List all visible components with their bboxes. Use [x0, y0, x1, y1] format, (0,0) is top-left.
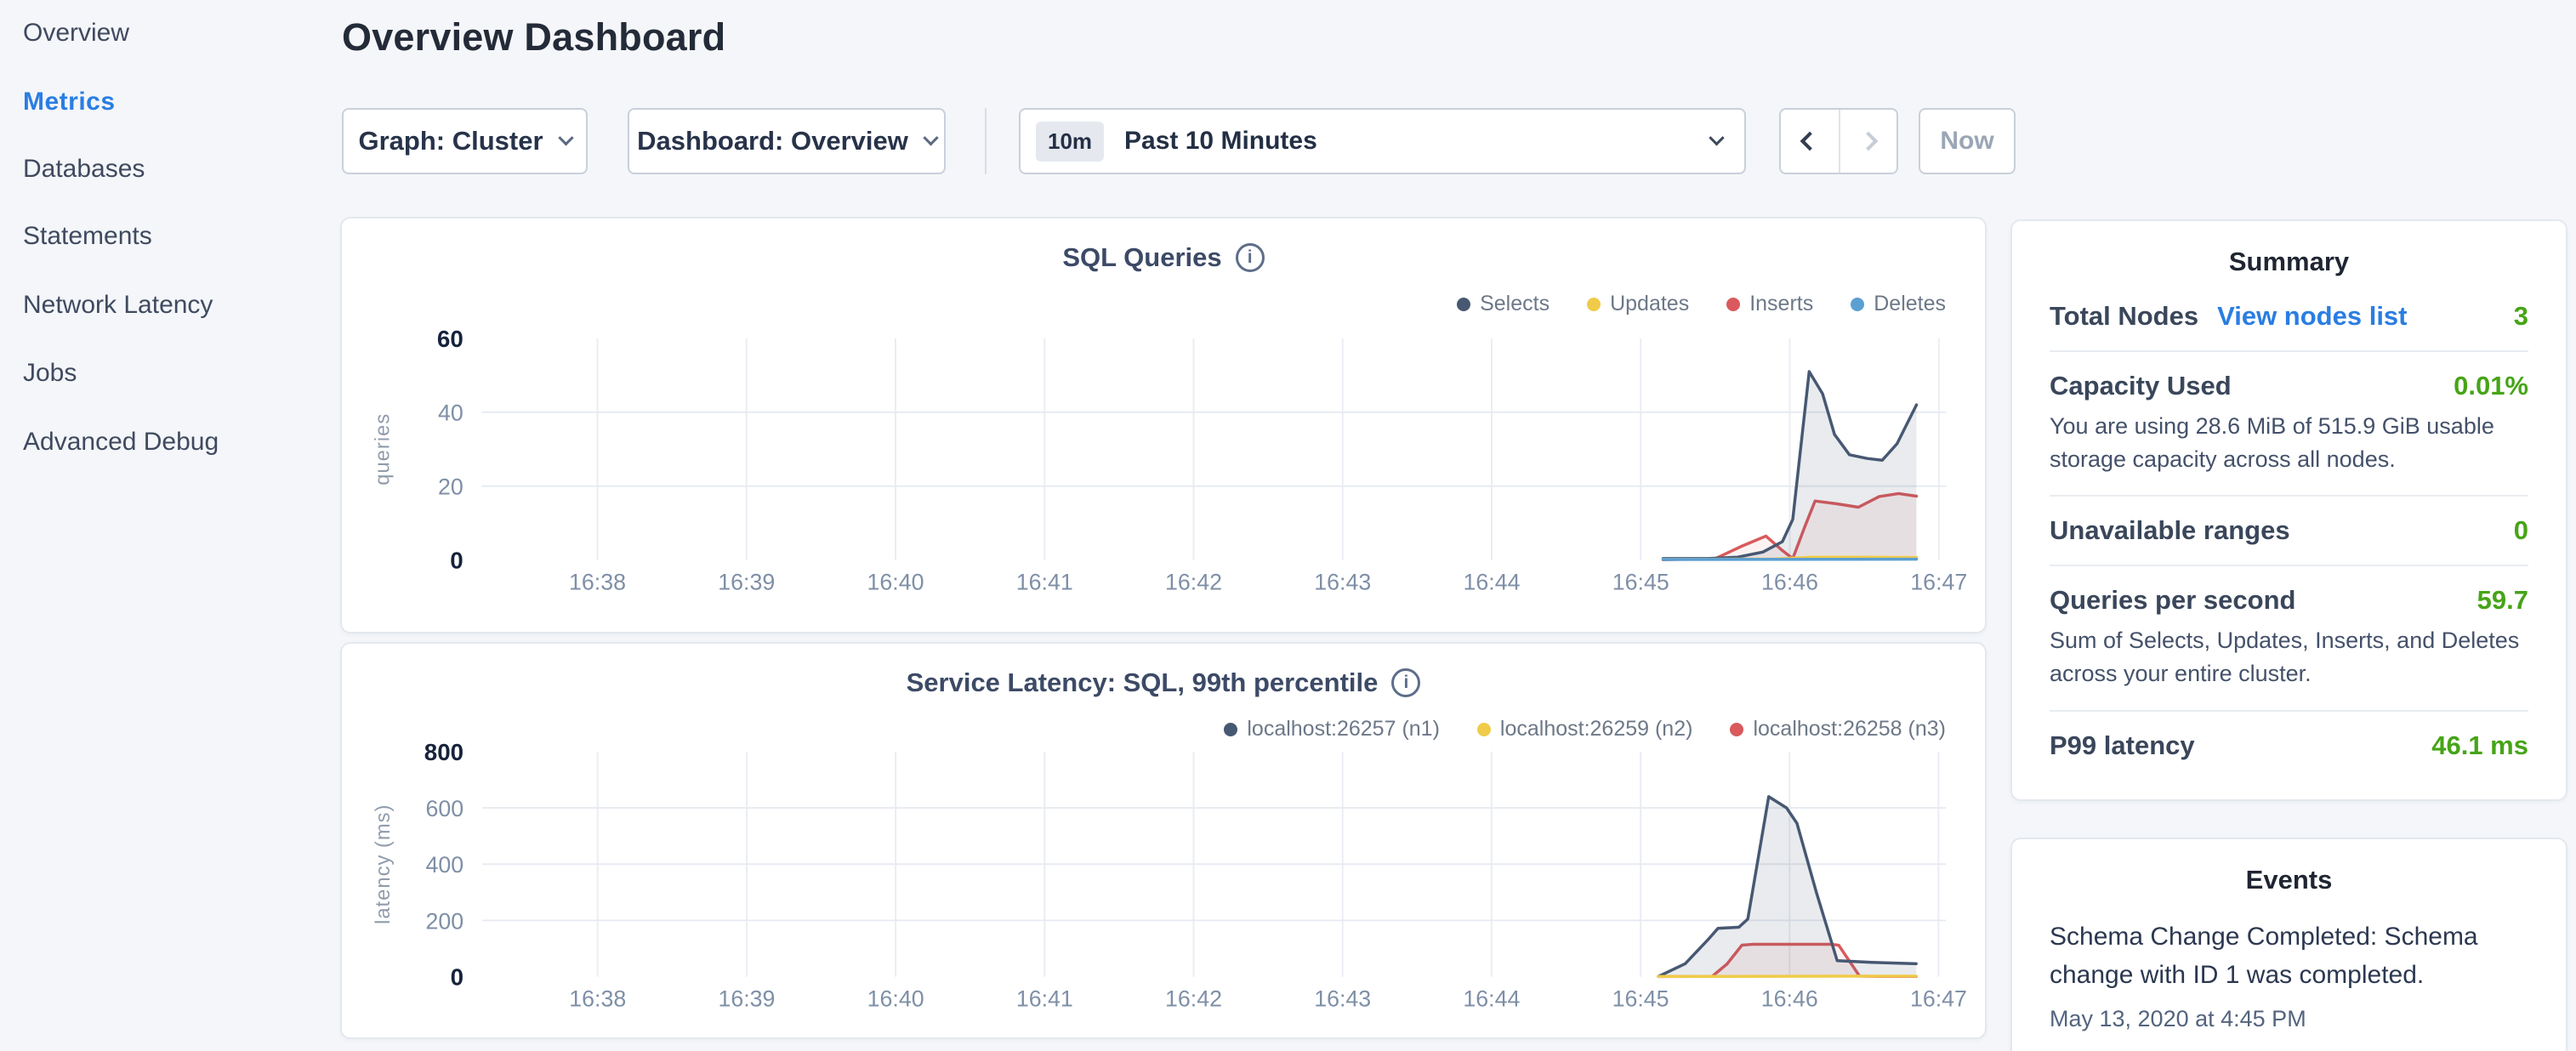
summary-row-label: P99 latency — [2050, 730, 2195, 761]
event-message: Schema Change Completed: Schema change w… — [2050, 917, 2528, 994]
svg-text:0: 0 — [450, 548, 463, 574]
view-nodes-list-link[interactable]: View nodes list — [2217, 301, 2407, 332]
event-list-item[interactable]: Schema Change Completed: Schema change w… — [2050, 917, 2528, 1032]
summary-title: Summary — [2050, 247, 2528, 277]
summary-row-description: You are using 28.6 MiB of 515.9 GiB usab… — [2050, 410, 2528, 476]
sidebar-item-jobs[interactable]: Jobs — [23, 357, 77, 389]
chevron-down-icon — [1709, 130, 1724, 145]
svg-text:16:38: 16:38 — [569, 569, 626, 594]
events-title: Events — [2050, 865, 2528, 895]
summary-panel: Summary Total Nodes View nodes list 3 Ca… — [2010, 219, 2567, 801]
chevron-left-icon — [1800, 132, 1820, 151]
summary-row-total-nodes: Total Nodes View nodes list 3 — [2050, 282, 2528, 350]
db-console-app: Overview Metrics Databases Statements Ne… — [0, 0, 2576, 1051]
sidebar: Overview Metrics Databases Statements Ne… — [0, 0, 340, 1051]
svg-text:16:40: 16:40 — [867, 986, 924, 1011]
chart-canvas[interactable]: 16:38 16:39 16:40 16:41 16:42 16:43 16:44 16:45… — [342, 644, 1985, 1037]
svg-text:20: 20 — [438, 474, 463, 500]
summary-row-unavailable-ranges: Unavailable ranges 0 — [2050, 495, 2528, 565]
svg-text:16:44: 16:44 — [1463, 986, 1520, 1011]
svg-text:600: 600 — [425, 796, 463, 821]
time-range-badge: 10m — [1036, 122, 1104, 162]
time-step-button-group — [1779, 108, 1898, 174]
time-range-label: Past 10 Minutes — [1124, 127, 1317, 156]
svg-text:16:42: 16:42 — [1165, 569, 1222, 594]
svg-text:16:43: 16:43 — [1314, 986, 1371, 1011]
page-title: Overview Dashboard — [342, 15, 725, 60]
sidebar-item-advanced-debug[interactable]: Advanced Debug — [23, 426, 219, 458]
time-range-dropdown[interactable]: 10m Past 10 Minutes — [1019, 108, 1746, 174]
svg-text:16:46: 16:46 — [1761, 986, 1818, 1011]
chevron-down-icon — [558, 130, 573, 145]
svg-text:16:38: 16:38 — [569, 986, 626, 1011]
now-button[interactable]: Now — [1919, 108, 2016, 174]
svg-text:16:42: 16:42 — [1165, 986, 1222, 1011]
time-step-back-button[interactable] — [1781, 110, 1839, 173]
svg-text:16:45: 16:45 — [1612, 986, 1669, 1011]
sidebar-item-metrics[interactable]: Metrics — [23, 86, 116, 118]
chart-plot-area[interactable]: 16:38 16:39 16:40 16:41 16:42 16:43 16:44 16:45… — [342, 219, 1985, 632]
graph-scope-dropdown[interactable]: Graph: Cluster — [342, 108, 588, 174]
svg-text:60: 60 — [437, 326, 463, 352]
svg-text:16:41: 16:41 — [1016, 986, 1073, 1011]
graph-scope-label: Graph: Cluster — [358, 126, 543, 156]
time-step-forward-button[interactable] — [1839, 110, 1896, 173]
svg-text:800: 800 — [424, 739, 463, 765]
svg-text:16:39: 16:39 — [718, 569, 775, 594]
sidebar-item-statements[interactable]: Statements — [23, 220, 152, 253]
svg-text:16:46: 16:46 — [1761, 569, 1818, 594]
svg-text:16:40: 16:40 — [867, 569, 924, 594]
summary-row-queries-per-second: Queries per second 59.7 Sum of Selects, … — [2050, 565, 2528, 709]
svg-text:16:47: 16:47 — [1910, 986, 1967, 1011]
dashboard-dropdown[interactable]: Dashboard: Overview — [628, 108, 946, 174]
svg-text:400: 400 — [425, 852, 463, 878]
summary-row-p99-latency: P99 latency 46.1 ms — [2050, 710, 2528, 780]
svg-text:16:41: 16:41 — [1016, 569, 1073, 594]
svg-text:40: 40 — [438, 401, 463, 426]
summary-row-value: 59.7 — [2477, 585, 2528, 616]
summary-row-capacity-used: Capacity Used 0.01% You are using 28.6 M… — [2050, 350, 2528, 495]
svg-text:16:39: 16:39 — [718, 986, 775, 1011]
chart-canvas[interactable]: 16:38 16:39 16:40 16:41 16:42 16:43 16:44 16:45… — [342, 219, 1985, 632]
svg-text:16:44: 16:44 — [1464, 569, 1521, 594]
svg-text:16:47: 16:47 — [1910, 569, 1967, 594]
chevron-down-icon — [923, 130, 938, 145]
summary-row-value: 3 — [2514, 301, 2528, 332]
svg-text:queries: queries — [371, 413, 394, 486]
chart-plot-area[interactable]: 16:38 16:39 16:40 16:41 16:42 16:43 16:44 16:45… — [342, 644, 1985, 1037]
service-latency-chart-card: Service Latency: SQL, 99th percentile i … — [340, 642, 1987, 1039]
controls-divider — [985, 108, 987, 174]
summary-row-value: 0 — [2514, 515, 2528, 546]
event-timestamp: May 13, 2020 at 4:45 PM — [2050, 1006, 2528, 1032]
summary-row-description: Sum of Selects, Updates, Inserts, and De… — [2050, 624, 2528, 690]
svg-text:0: 0 — [451, 964, 463, 991]
summary-row-label: Capacity Used — [2050, 371, 2232, 401]
svg-text:16:43: 16:43 — [1314, 569, 1371, 594]
events-panel: Events Schema Change Completed: Schema c… — [2010, 838, 2567, 1051]
chevron-right-icon — [1859, 132, 1879, 151]
sidebar-item-databases[interactable]: Databases — [23, 153, 145, 185]
svg-text:200: 200 — [425, 908, 463, 934]
summary-row-label: Total Nodes — [2050, 301, 2198, 332]
sql-queries-chart-card: SQL Queries i SelectsUpdatesInsertsDelet… — [340, 217, 1987, 633]
summary-row-label: Unavailable ranges — [2050, 515, 2290, 546]
sidebar-item-overview[interactable]: Overview — [23, 17, 129, 49]
sidebar-item-network-latency[interactable]: Network Latency — [23, 289, 213, 321]
summary-row-value: 46.1 ms — [2431, 730, 2528, 761]
summary-row-value: 0.01% — [2454, 371, 2528, 401]
svg-text:16:45: 16:45 — [1612, 569, 1669, 594]
summary-rows: Total Nodes View nodes list 3 Capacity U… — [2050, 282, 2528, 780]
dashboard-dropdown-label: Dashboard: Overview — [637, 126, 908, 156]
summary-row-label: Queries per second — [2050, 585, 2295, 616]
svg-text:latency (ms): latency (ms) — [372, 804, 395, 924]
